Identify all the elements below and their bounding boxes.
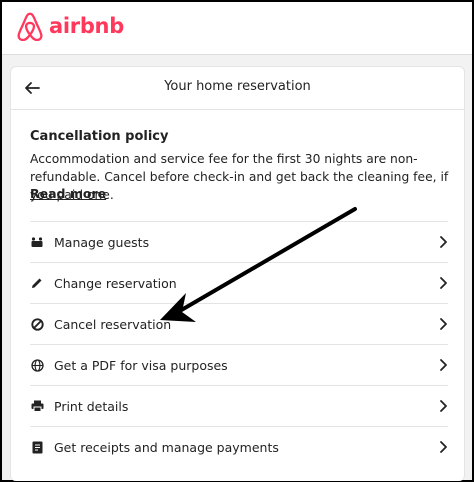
screenshot-frame: airbnb Your home reservation Cancellatio… bbox=[0, 0, 474, 482]
globe-icon bbox=[30, 358, 44, 372]
cancellation-policy-heading: Cancellation policy bbox=[30, 129, 169, 144]
menu-item-print-details[interactable]: Print details bbox=[30, 385, 448, 426]
receipt-icon bbox=[30, 440, 44, 454]
menu-item-receipts-payments[interactable]: Get receipts and manage payments bbox=[30, 426, 448, 467]
chevron-right-icon bbox=[440, 236, 447, 248]
menu-item-manage-guests[interactable]: Manage guests bbox=[30, 221, 448, 262]
menu-item-cancel-reservation[interactable]: Cancel reservation bbox=[30, 303, 448, 344]
page-title: Your home reservation bbox=[164, 79, 311, 94]
menu-item-visa-pdf[interactable]: Get a PDF for visa purposes bbox=[30, 344, 448, 385]
menu-item-label: Print details bbox=[54, 398, 129, 414]
menu-item-label: Change reservation bbox=[54, 275, 177, 291]
menu-item-label: Cancel reservation bbox=[54, 316, 172, 332]
menu-item-label: Get a PDF for visa purposes bbox=[54, 357, 228, 373]
read-more-link[interactable]: Read more bbox=[30, 186, 106, 201]
printer-icon bbox=[30, 399, 44, 413]
menu-item-change-reservation[interactable]: Change reservation bbox=[30, 262, 448, 303]
top-bar: airbnb bbox=[2, 2, 472, 55]
menu-item-label: Manage guests bbox=[54, 234, 150, 250]
guests-icon bbox=[30, 235, 44, 249]
menu-item-label: Get receipts and manage payments bbox=[54, 439, 279, 455]
chevron-right-icon bbox=[440, 400, 447, 412]
panel-header: Your home reservation bbox=[11, 67, 464, 110]
brand-name: airbnb bbox=[49, 14, 124, 38]
airbnb-logo[interactable]: airbnb bbox=[16, 11, 124, 41]
reservation-panel: Your home reservation Cancellation polic… bbox=[10, 66, 465, 481]
chevron-right-icon bbox=[440, 441, 447, 453]
chevron-right-icon bbox=[440, 359, 447, 371]
cancel-icon bbox=[30, 317, 44, 331]
chevron-right-icon bbox=[440, 318, 447, 330]
chevron-right-icon bbox=[440, 277, 447, 289]
reservation-actions-menu: Manage guests Change reservation Cancel … bbox=[30, 221, 448, 467]
pencil-icon bbox=[30, 276, 44, 290]
airbnb-logo-icon bbox=[17, 12, 43, 41]
